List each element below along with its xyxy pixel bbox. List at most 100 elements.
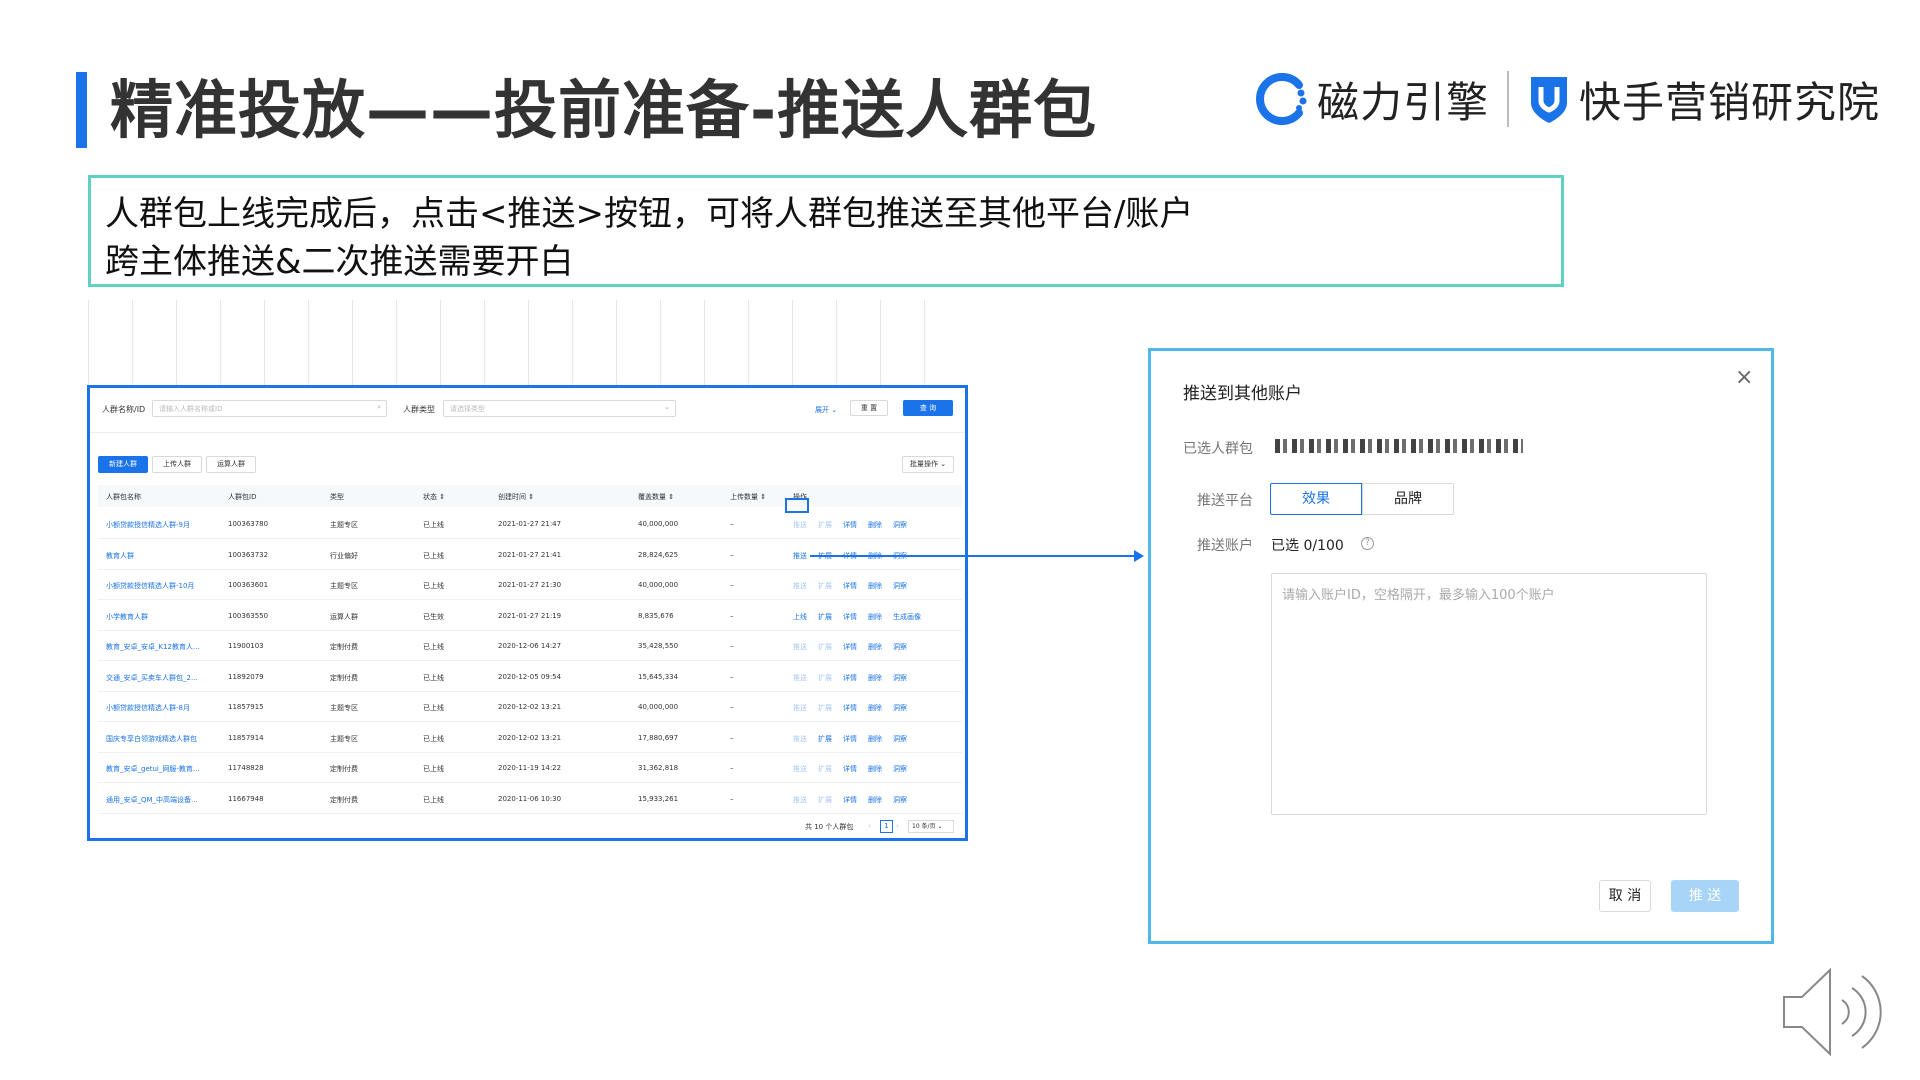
platform-option-brand[interactable]: 品牌 — [1362, 483, 1454, 515]
op-delete[interactable]: 删除 — [868, 581, 882, 591]
cell-name[interactable]: 教育_安卓_安卓_K12教育人... — [106, 642, 218, 652]
prev-page-icon[interactable]: ‹ — [868, 822, 871, 830]
cancel-button[interactable]: 取 消 — [1599, 880, 1651, 912]
op-insight[interactable]: 洞察 — [893, 642, 907, 652]
op-push[interactable]: 推送 — [793, 734, 807, 744]
op-expand[interactable]: 扩展 — [818, 795, 832, 805]
op-insight[interactable]: 洞察 — [893, 734, 907, 744]
op-insight[interactable]: 洞察 — [893, 795, 907, 805]
op-detail[interactable]: 详情 — [843, 703, 857, 713]
op-expand[interactable]: 扩展 — [818, 612, 832, 622]
page-size-select[interactable]: 10 条/页 ⌄ — [908, 820, 954, 833]
cell-id: 11667948 — [228, 794, 264, 803]
op-push[interactable]: 推送 — [793, 703, 807, 713]
op-insight[interactable]: 洞察 — [893, 703, 907, 713]
bulk-action-dropdown[interactable]: 批量操作 ⌄ — [902, 456, 954, 473]
col-upload[interactable]: 上传数量 ⇕ — [730, 492, 766, 502]
cell-name[interactable]: 小额贷款授信精选人群-8月 — [106, 703, 218, 713]
op-expand[interactable]: 扩展 — [818, 642, 832, 652]
op-expand[interactable]: 扩展 — [818, 673, 832, 683]
op-delete[interactable]: 删除 — [868, 642, 882, 652]
op-insight[interactable]: 洞察 — [893, 520, 907, 530]
op-online[interactable]: 上线 — [793, 612, 807, 622]
cell-name[interactable]: 国庆专享白领游戏精选人群包 — [106, 734, 218, 744]
title-accent-bar — [76, 72, 87, 148]
type-filter-select[interactable]: 请选择类型 ⌄ — [443, 400, 676, 417]
cell-name[interactable]: 小学教育人群 — [106, 612, 218, 622]
op-insight[interactable]: 洞察 — [893, 764, 907, 774]
op-expand[interactable]: 扩展 — [818, 581, 832, 591]
query-button[interactable]: 查 询 — [903, 400, 953, 416]
op-expand[interactable]: 扩展 — [818, 520, 832, 530]
selected-account-count: 已选 0/100 — [1271, 538, 1344, 554]
cell-name[interactable]: 交通_安卓_买卖车人群包_2... — [106, 673, 218, 683]
cell-id: 11857914 — [228, 733, 264, 742]
op-expand[interactable]: 扩展 — [818, 734, 832, 744]
op-delete[interactable]: 删除 — [868, 703, 882, 713]
expand-filters-link[interactable]: 展开 ⌄ — [815, 405, 837, 415]
close-icon[interactable]: × — [1735, 367, 1753, 389]
panel-divider — [90, 432, 965, 433]
table-row: 小学教育人群 100363550 运算人群 已生效 2021-01-27 21:19 8,… — [98, 601, 962, 631]
op-push[interactable]: 推送 — [793, 642, 807, 652]
cell-id: 100363550 — [228, 611, 269, 620]
op-delete[interactable]: 删除 — [868, 764, 882, 774]
next-page-icon[interactable]: › — [896, 822, 899, 830]
tab-compute-audience[interactable]: 运算人群 — [206, 456, 256, 473]
cell-name[interactable]: 教育_安卓_getui_网服-教育... — [106, 764, 218, 774]
cell-id: 11857915 — [228, 703, 264, 711]
selected-audience-label: 已选人群包 — [1183, 441, 1253, 457]
help-icon[interactable]: ? — [1361, 537, 1374, 550]
type-filter-label: 人群类型 — [403, 405, 435, 414]
op-delete[interactable]: 删除 — [868, 734, 882, 744]
col-created[interactable]: 创建时间 ⇕ — [498, 492, 534, 502]
op-push[interactable]: 推送 — [793, 795, 807, 805]
cell-created: 2021-01-27 21:19 — [498, 611, 562, 620]
op-insight[interactable]: 洞察 — [893, 581, 907, 591]
push-button[interactable]: 推 送 — [1671, 880, 1739, 912]
cell-name[interactable]: 教育人群 — [106, 551, 218, 561]
page-number[interactable]: 1 — [880, 820, 893, 833]
pagination: 共 10 个人群包 ‹ 1 › 10 条/页 ⌄ — [90, 820, 965, 836]
op-push[interactable]: 推送 — [793, 764, 807, 774]
op-detail[interactable]: 详情 — [843, 642, 857, 652]
op-detail[interactable]: 详情 — [843, 673, 857, 683]
op-detail[interactable]: 详情 — [843, 612, 857, 622]
speaker-icon[interactable] — [1780, 962, 1890, 1062]
op-delete[interactable]: 删除 — [868, 612, 882, 622]
op-portrait[interactable]: 生成画像 — [893, 612, 921, 622]
op-delete[interactable]: 删除 — [868, 520, 882, 530]
op-expand[interactable]: 扩展 — [818, 764, 832, 774]
kuaishou-shield-icon — [1531, 77, 1568, 123]
cell-name[interactable]: 小额贷款授信精选人群-9月 — [106, 520, 218, 530]
tab-new-audience[interactable]: 新建人群 — [98, 456, 148, 473]
table-row: 教育_安卓_安卓_K12教育人... 11900103 定制付费 已上线 2020-12… — [98, 631, 962, 661]
op-push[interactable]: 推送 — [793, 581, 807, 591]
op-push[interactable]: 推送 — [793, 520, 807, 530]
col-count[interactable]: 覆盖数量 ⇕ — [638, 492, 674, 502]
op-detail[interactable]: 详情 — [843, 795, 857, 805]
tab-upload-audience[interactable]: 上传人群 — [152, 456, 202, 473]
cell-created: 2020-11-19 14:22 — [498, 764, 562, 772]
op-detail[interactable]: 详情 — [843, 581, 857, 591]
op-insight[interactable]: 洞察 — [893, 673, 907, 683]
cell-id: 100363780 — [228, 520, 269, 528]
op-detail[interactable]: 详情 — [843, 520, 857, 530]
op-delete[interactable]: 删除 — [868, 673, 882, 683]
account-id-textarea[interactable]: 请输入账户ID，空格隔开，最多输入100个账户 — [1271, 573, 1707, 815]
cell-type: 主题专区 — [330, 734, 358, 743]
platform-option-effect[interactable]: 效果 — [1270, 483, 1362, 515]
name-filter-input[interactable]: 请输入人群名称或ID ⌕ — [152, 400, 387, 417]
op-delete[interactable]: 删除 — [868, 795, 882, 805]
op-expand[interactable]: 扩展 — [818, 703, 832, 713]
op-detail[interactable]: 详情 — [843, 734, 857, 744]
cell-name[interactable]: 通用_安卓_QM_中高端设备... — [106, 795, 218, 805]
col-status[interactable]: 状态 ⇕ — [423, 492, 445, 502]
cell-created: 2020-11-06 10:30 — [498, 794, 562, 803]
op-detail[interactable]: 详情 — [843, 764, 857, 774]
op-push[interactable]: 推送 — [793, 673, 807, 683]
reset-button[interactable]: 重 置 — [850, 400, 888, 416]
cell-name[interactable]: 小额贷款授信精选人群-10月 — [106, 581, 218, 591]
op-push[interactable]: 推送 — [793, 551, 807, 561]
cell-count: 15,933,261 — [638, 794, 679, 803]
